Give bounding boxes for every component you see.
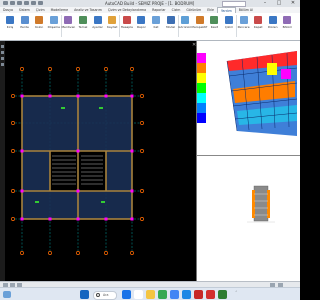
undo-icon[interactable] — [31, 1, 36, 5]
store-icon[interactable] — [170, 290, 179, 299]
autocad-icon[interactable] — [194, 290, 203, 299]
building-3d-view[interactable] — [196, 156, 300, 281]
tray-chevron-icon[interactable]: ⌃ — [235, 290, 238, 294]
report-icon — [137, 16, 146, 24]
search-icon — [96, 293, 100, 297]
stair-icon — [64, 16, 73, 24]
file-explorer-icon[interactable] — [146, 290, 155, 299]
split-icon — [283, 16, 292, 24]
weather-icon[interactable] — [3, 291, 11, 298]
system-tray[interactable]: ⌃ — [235, 290, 238, 295]
app-logo-icon[interactable] — [3, 1, 8, 5]
taskbar: Ara ⌃ — [0, 287, 300, 300]
settings-icon — [93, 16, 102, 24]
close-button[interactable]: ✕ — [286, 0, 300, 7]
perspective-icon — [195, 16, 204, 24]
beam-icon — [6, 16, 14, 24]
save-icon — [108, 16, 117, 24]
plan-view[interactable]: ✕ — [5, 41, 196, 281]
maximize-button[interactable]: □ — [272, 0, 286, 7]
tool-label: Bölüm — [282, 26, 293, 29]
mail-icon[interactable] — [182, 290, 191, 299]
redo-icon[interactable] — [38, 1, 43, 5]
layers-icon[interactable] — [1, 63, 4, 66]
taskbar-search-label: Ara — [103, 293, 109, 297]
wall-icon — [20, 16, 29, 24]
save-icon[interactable] — [24, 1, 29, 5]
stress-contour-model[interactable] — [197, 41, 300, 155]
pan-icon[interactable] — [1, 51, 4, 54]
pdf-icon[interactable] — [206, 290, 215, 299]
windows-start-icon[interactable] — [122, 290, 131, 299]
column-icon — [35, 16, 44, 24]
ribbon: Dosya Sistem Çizim Modelleme Analiz ve Tasar… — [0, 7, 300, 41]
window-icon — [239, 16, 248, 24]
calculate-icon — [122, 16, 131, 24]
section-icon — [210, 16, 219, 24]
select-icon[interactable] — [1, 45, 4, 48]
model-icon — [166, 16, 175, 24]
close-view-icon — [254, 16, 263, 24]
view-icon — [181, 16, 190, 24]
slab-icon — [49, 16, 58, 24]
draw-icon — [225, 16, 233, 24]
layout-icon — [268, 16, 277, 24]
browser-icon[interactable] — [158, 290, 167, 299]
building-3d-model[interactable] — [197, 156, 300, 281]
ribbon-panel: Kiriş Perde Kolon Döşeme Merdiven Temel Ayarla… — [0, 13, 300, 40]
excel-icon[interactable] — [218, 290, 227, 299]
analysis-3d-view[interactable] — [196, 41, 300, 156]
floor-icon — [152, 16, 160, 24]
open-file-icon[interactable] — [17, 1, 22, 5]
app-window: AutoCAD Build - SEMIZ PROJE - [1. BODRUM… — [0, 0, 300, 300]
new-file-icon[interactable] — [10, 1, 15, 5]
minimize-button[interactable]: – — [258, 0, 272, 7]
word-icon[interactable] — [80, 290, 89, 299]
floor-plan-drawing[interactable] — [5, 41, 195, 281]
foundation-icon — [79, 16, 87, 24]
taskbar-search[interactable]: Ara — [93, 291, 117, 300]
search-icon[interactable] — [134, 290, 143, 299]
zoom-icon[interactable] — [1, 57, 4, 60]
tool-button-19[interactable]: Bölüm — [280, 15, 294, 37]
window-title: AutoCAD Build - SEMIZ PROJE - [1. BODRUM… — [105, 1, 195, 6]
